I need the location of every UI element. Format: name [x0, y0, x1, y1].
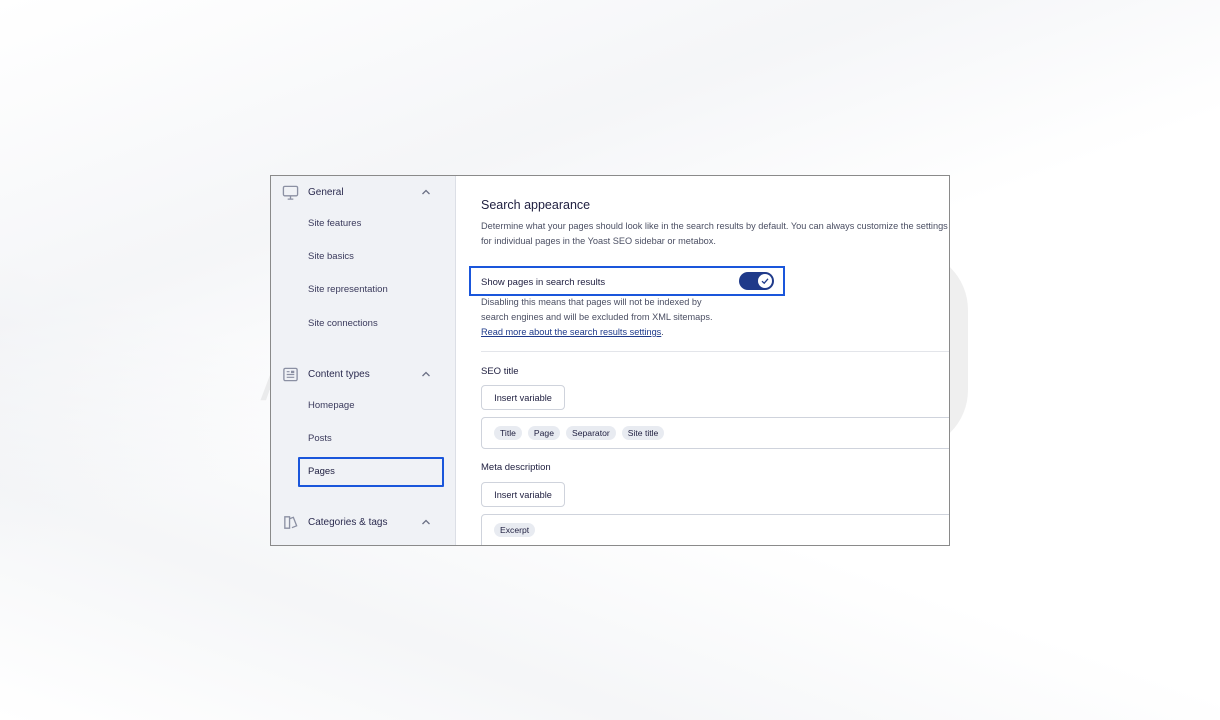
page-title: Search appearance: [481, 198, 591, 212]
sidebar-group-label: Categories & tags: [308, 516, 388, 528]
sidebar-group-label: General: [308, 186, 344, 198]
sidebar: General Site features Site basics Site r…: [271, 176, 456, 545]
tag-icon: [284, 515, 298, 529]
chevron-up-icon[interactable]: [421, 369, 431, 379]
sidebar-item-posts[interactable]: Posts: [308, 433, 332, 444]
variable-chip[interactable]: Site title: [621, 426, 665, 440]
chevron-up-icon[interactable]: [421, 187, 431, 197]
toggle-label: Show pages in search results: [481, 277, 606, 288]
sidebar-group-categories-tags[interactable]: Categories & tags: [271, 510, 456, 534]
selected-item-highlight: [298, 457, 444, 487]
check-icon: [761, 278, 769, 285]
divider: [481, 351, 949, 352]
sidebar-group-label: Content types: [308, 368, 370, 380]
seo-title-label: SEO title: [481, 366, 519, 377]
settings-panel: General Site features Site basics Site r…: [270, 175, 950, 546]
variable-chip[interactable]: Page: [527, 426, 560, 440]
meta-description-insert-variable-button[interactable]: Insert variable: [481, 482, 565, 507]
variable-chip[interactable]: Separator: [566, 426, 616, 440]
chevron-up-icon[interactable]: [421, 517, 431, 527]
toggle-knob: [758, 274, 772, 288]
page-description: Determine what your pages should look li…: [481, 221, 948, 246]
sidebar-item-site-basics[interactable]: Site basics: [308, 251, 354, 262]
sidebar-item-site-features[interactable]: Site features: [308, 218, 361, 229]
variable-chip[interactable]: Title: [494, 426, 522, 440]
meta-description-input[interactable]: Excerpt: [481, 514, 949, 545]
monitor-icon: [282, 185, 299, 200]
show-pages-toggle[interactable]: [739, 272, 774, 290]
sidebar-group-general[interactable]: General: [271, 180, 456, 204]
sidebar-item-site-representation[interactable]: Site representation: [308, 284, 388, 295]
toggle-help-text: Disabling this means that pages will not…: [481, 295, 731, 340]
sidebar-item-site-connections[interactable]: Site connections: [308, 318, 378, 329]
sidebar-group-content-types[interactable]: Content types: [271, 362, 456, 386]
sidebar-item-homepage[interactable]: Homepage: [308, 400, 354, 411]
read-more-link[interactable]: Read more about the search results setti…: [481, 327, 661, 337]
seo-title-input[interactable]: Title Page Separator Site title: [481, 417, 949, 449]
help-period: .: [661, 327, 664, 337]
toggle-help-body: Disabling this means that pages will not…: [481, 297, 713, 322]
document-icon: [283, 367, 298, 381]
main-content: Search appearance Determine what your pa…: [456, 176, 949, 545]
seo-title-insert-variable-button[interactable]: Insert variable: [481, 385, 565, 410]
variable-chip[interactable]: Excerpt: [494, 523, 536, 537]
meta-description-label: Meta description: [481, 462, 551, 473]
